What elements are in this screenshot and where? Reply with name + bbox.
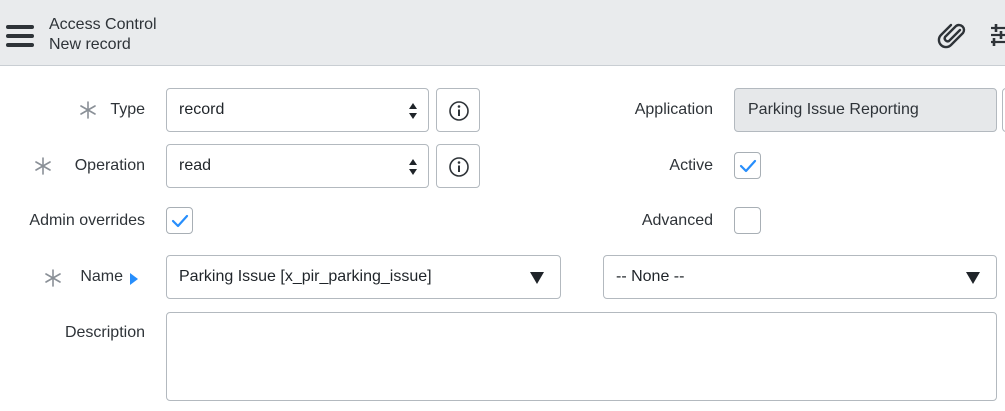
active-label: Active xyxy=(669,157,713,174)
operation-label: Operation xyxy=(74,157,145,174)
application-label: Application xyxy=(634,101,713,118)
info-icon xyxy=(449,101,469,121)
name-field-select[interactable]: -- None -- xyxy=(603,255,997,299)
sliders-icon[interactable] xyxy=(987,20,1005,50)
dropdown-triangle-icon xyxy=(966,272,980,284)
type-value: record xyxy=(179,101,225,118)
page-title: Access Control xyxy=(49,16,157,33)
expand-arrow-icon[interactable] xyxy=(130,273,138,285)
advanced-checkbox[interactable] xyxy=(734,207,761,234)
type-select[interactable]: record xyxy=(166,88,429,132)
dropdown-triangle-icon xyxy=(530,272,544,284)
operation-value: read xyxy=(179,157,212,174)
info-icon xyxy=(449,157,469,177)
paperclip-icon[interactable] xyxy=(936,20,966,50)
type-info-button[interactable] xyxy=(436,88,480,132)
required-asterisk-icon xyxy=(43,268,63,288)
sort-updown-icon xyxy=(409,159,417,175)
required-asterisk-icon xyxy=(78,100,98,120)
type-label: Type xyxy=(110,101,145,118)
name-field-value: -- None -- xyxy=(616,268,685,285)
menu-icon[interactable] xyxy=(6,25,34,47)
required-asterisk-icon xyxy=(33,156,53,176)
application-field: Parking Issue Reporting xyxy=(734,88,997,132)
description-textarea[interactable] xyxy=(166,312,997,401)
operation-info-button[interactable] xyxy=(436,144,480,188)
title-block: Access Control New record xyxy=(49,15,157,55)
name-table-value: Parking Issue [x_pir_parking_issue] xyxy=(179,268,432,285)
description-label: Description xyxy=(64,324,145,341)
sort-updown-icon xyxy=(409,103,417,119)
checkmark-icon xyxy=(739,159,757,173)
admin-overrides-checkbox[interactable] xyxy=(166,207,193,234)
name-table-select[interactable]: Parking Issue [x_pir_parking_issue] xyxy=(166,255,561,299)
active-checkbox[interactable] xyxy=(734,152,761,179)
form-header: Access Control New record xyxy=(0,0,1005,66)
page-subtitle: New record xyxy=(49,36,131,53)
checkmark-icon xyxy=(171,214,189,228)
advanced-label: Advanced xyxy=(641,212,713,229)
name-label: Name xyxy=(80,268,123,285)
operation-select[interactable]: read xyxy=(166,144,429,188)
admin-overrides-label: Admin overrides xyxy=(29,212,145,229)
